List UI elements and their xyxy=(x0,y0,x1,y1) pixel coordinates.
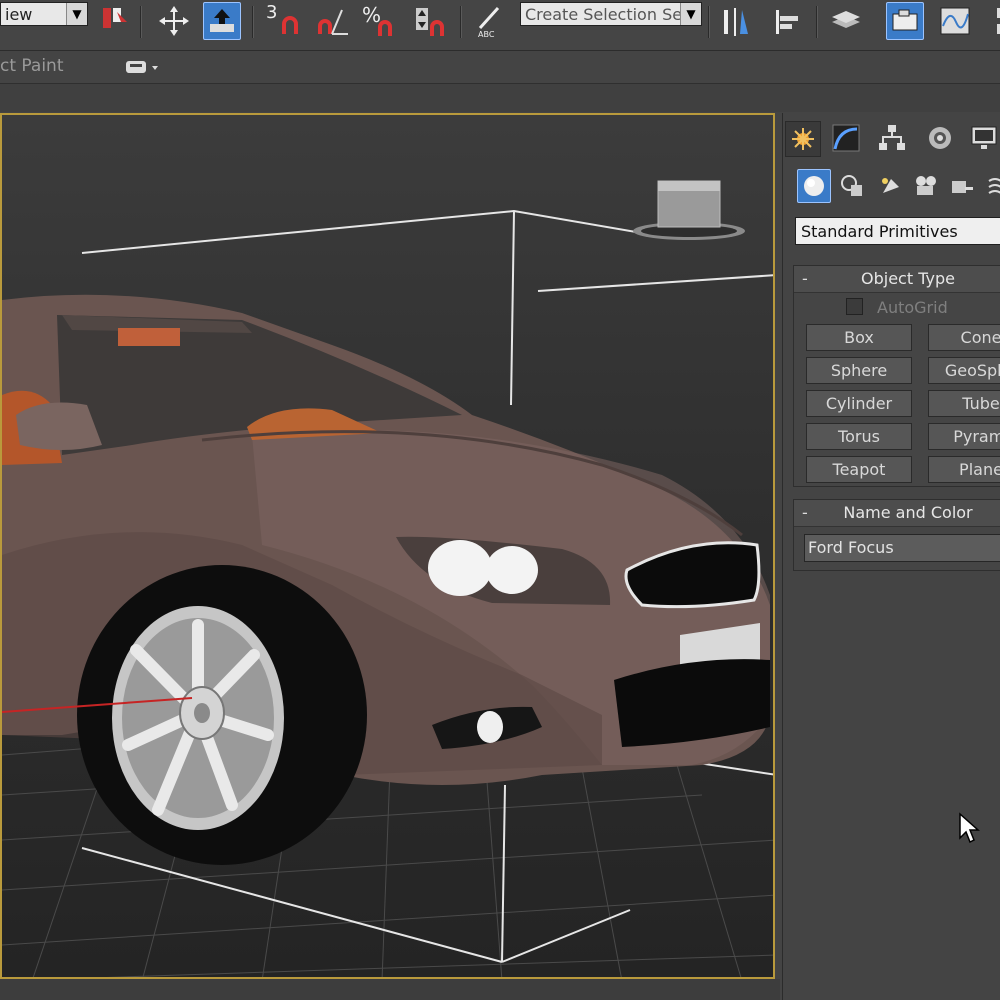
rear-view-mirror xyxy=(118,328,180,346)
cameras-subtab[interactable] xyxy=(909,169,943,203)
move-icon xyxy=(159,6,189,36)
helpers-subtab[interactable] xyxy=(945,169,979,203)
plane-button[interactable]: Plane xyxy=(928,456,1000,483)
space-warp-icon xyxy=(988,178,1000,194)
angle-snap-icon xyxy=(318,9,348,35)
motion-icon xyxy=(929,127,951,149)
hierarchy-tab[interactable] xyxy=(875,121,909,155)
svg-text:ABC: ABC xyxy=(478,30,495,38)
geosphere-button[interactable]: GeoSphe xyxy=(928,357,1000,384)
curve-editor-button[interactable] xyxy=(936,2,974,40)
command-panel: Standard Primitives - Object Type AutoGr… xyxy=(782,113,1000,1000)
front-wheel xyxy=(77,565,367,865)
modify-icon xyxy=(832,124,860,152)
viewport-bottom-strip xyxy=(0,979,780,1000)
schematic-view-icon xyxy=(997,8,1000,34)
percent-snap-icon: % xyxy=(362,4,392,36)
motion-tab[interactable] xyxy=(923,121,957,155)
reference-coordinate-combo[interactable]: iew ▼ xyxy=(0,2,88,26)
reference-coordinate-value: iew xyxy=(5,5,33,24)
ribbon-toggle-icon[interactable] xyxy=(126,60,160,74)
spinner-snap-icon xyxy=(416,8,444,36)
named-selection-sets-placeholder: Create Selection Se xyxy=(525,5,683,24)
object-type-title: Object Type xyxy=(861,269,955,288)
teapot-button[interactable]: Teapot xyxy=(806,456,912,483)
mirror-icon xyxy=(724,8,748,36)
scene-explorer-button[interactable] xyxy=(886,2,924,40)
object-type-header[interactable]: - Object Type xyxy=(794,266,1000,293)
layer-manager-button[interactable] xyxy=(826,2,864,40)
display-tab[interactable] xyxy=(967,121,1000,155)
checkbox-icon[interactable] xyxy=(846,298,863,315)
light-icon xyxy=(882,178,899,193)
display-icon xyxy=(971,126,997,149)
tube-button[interactable]: Tube xyxy=(928,390,1000,417)
align-icon xyxy=(776,10,798,34)
scene-explorer-icon xyxy=(892,9,918,31)
create-subtabs xyxy=(783,169,1000,205)
snap-toggle-button[interactable]: 3 xyxy=(264,2,302,40)
name-and-color-title: Name and Color xyxy=(843,503,973,522)
geometry-subtab[interactable] xyxy=(797,169,831,203)
fog-light xyxy=(477,711,503,743)
autogrid-checkbox[interactable]: AutoGrid xyxy=(846,298,948,317)
command-panel-tabs xyxy=(783,121,1000,157)
ribbon-bar: ct Paint xyxy=(0,51,1000,84)
camera-icon xyxy=(916,176,936,195)
name-and-color-header[interactable]: - Name and Color xyxy=(794,500,1000,527)
perspective-viewport[interactable]: z xyxy=(0,113,775,979)
headlight-right xyxy=(486,546,538,594)
collapse-icon[interactable]: - xyxy=(802,500,808,526)
modify-tab[interactable] xyxy=(829,121,863,155)
primitive-category-dropdown[interactable]: Standard Primitives xyxy=(795,217,1000,245)
viewcube-icon xyxy=(633,180,745,240)
layer-manager-icon xyxy=(832,11,860,28)
select-by-name-button[interactable] xyxy=(95,2,133,40)
object-name-input[interactable]: Ford Focus xyxy=(804,534,1000,562)
shapes-icon xyxy=(841,175,862,196)
named-selection-sets-combo[interactable]: Create Selection Se ▼ xyxy=(520,2,702,26)
mirror-button[interactable] xyxy=(716,2,754,40)
edit-named-selection-icon: ABC xyxy=(478,6,500,38)
pyramid-button[interactable]: Pyrami xyxy=(928,423,1000,450)
headlight-left xyxy=(428,540,492,596)
schematic-view-button[interactable] xyxy=(984,2,1000,40)
edit-named-selection-button[interactable]: ABC xyxy=(470,2,508,40)
shapes-subtab[interactable] xyxy=(835,169,869,203)
hierarchy-icon xyxy=(879,125,905,150)
chevron-down-icon[interactable]: ▼ xyxy=(680,3,701,25)
align-button[interactable] xyxy=(768,2,806,40)
ribbon-object-paint-label: ct Paint xyxy=(0,56,64,76)
spinner-snap-button[interactable] xyxy=(412,2,450,40)
torus-button[interactable]: Torus xyxy=(806,423,912,450)
object-type-rollout: - Object Type AutoGrid Box Cone Sphere G… xyxy=(793,265,1000,487)
space-warps-subtab[interactable] xyxy=(979,169,1000,203)
create-icon xyxy=(792,128,814,150)
box-button[interactable]: Box xyxy=(806,324,912,351)
sphere-button[interactable]: Sphere xyxy=(806,357,912,384)
percent-snap-button[interactable]: % xyxy=(360,2,398,40)
angle-snap-button[interactable] xyxy=(312,2,350,40)
chevron-down-icon[interactable]: ▼ xyxy=(66,3,87,25)
sphere-icon xyxy=(804,176,824,196)
svg-text:%: % xyxy=(362,4,381,27)
move-button[interactable] xyxy=(155,2,193,40)
cylinder-button[interactable]: Cylinder xyxy=(806,390,912,417)
viewport-scene: z xyxy=(2,180,773,977)
select-by-name-icon xyxy=(103,8,127,28)
snap-toggle-number: 3 xyxy=(266,2,278,23)
mouse-cursor-icon xyxy=(959,812,980,844)
create-tab[interactable] xyxy=(785,121,821,157)
lights-subtab[interactable] xyxy=(873,169,907,203)
autogrid-label: AutoGrid xyxy=(877,298,948,317)
viewport-layout-strip xyxy=(0,84,1000,112)
curve-editor-icon xyxy=(940,7,970,35)
collapse-icon[interactable]: - xyxy=(802,266,808,292)
cone-button[interactable]: Cone xyxy=(928,324,1000,351)
select-and-place-button[interactable] xyxy=(203,2,241,40)
select-place-icon xyxy=(210,9,234,32)
name-and-color-rollout: - Name and Color Ford Focus xyxy=(793,499,1000,571)
tape-helper-icon xyxy=(952,181,973,193)
main-toolbar: iew ▼ 3 % ABC Create Selection Se ▼ xyxy=(0,0,1000,51)
